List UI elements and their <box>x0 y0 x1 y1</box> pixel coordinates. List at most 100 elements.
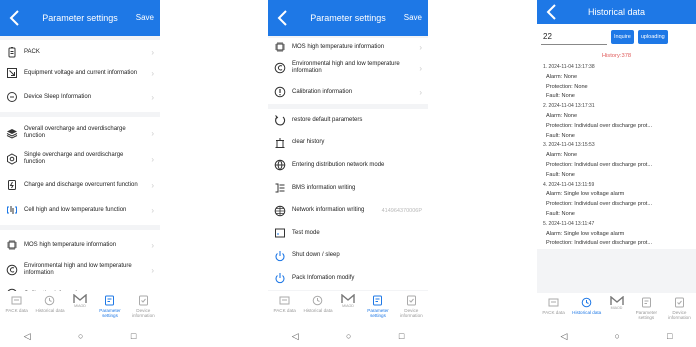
settings-row[interactable]: Environmental high and low temperature i… <box>0 257 160 283</box>
row-label: restore default parameters <box>292 116 363 123</box>
row-label: Pack Infomation modify <box>292 274 355 281</box>
bottom-tab-bar: PACK data Historical data MIAOD Parameter s… <box>268 291 428 325</box>
nav-back-icon[interactable]: ◁ <box>561 331 568 342</box>
globe-icon <box>274 159 286 172</box>
settings-row[interactable]: Equipment voltage and current informatio… <box>0 61 160 85</box>
nav-back-icon[interactable]: ◁ <box>24 331 31 342</box>
chip-icon <box>274 41 286 53</box>
row-label: Single overcharge and overdischarge func… <box>24 152 124 165</box>
settings-row[interactable]: Cell high and low temperature function › <box>0 198 160 222</box>
chevron-right-icon: › <box>419 42 422 52</box>
settings-row[interactable]: Pack Infomation modify <box>268 267 428 290</box>
record-alarm: Alarm: Single low voltage alarm <box>546 191 625 198</box>
parameter-settings-tab[interactable]: Parameter settings <box>93 291 126 325</box>
record-timestamp[interactable]: 5. 2024-11-04 13:11:47 <box>543 220 690 230</box>
settings-row[interactable]: Network information writing 414964370006P <box>268 199 428 222</box>
brand-logo: MIAOD <box>335 291 362 325</box>
back-arrow-icon[interactable] <box>8 9 22 27</box>
settings-group: MOS high temperature information › Environ… <box>268 38 428 104</box>
historical-data-screen: Historical data 22 Inquire uploading His… <box>537 0 696 347</box>
record-timestamp[interactable]: 2. 2024-11-04 13:17:31 <box>543 102 690 112</box>
nav-recent-icon[interactable]: □ <box>131 331 136 341</box>
pack-data-tab[interactable]: PACK data <box>268 291 301 325</box>
tab-label: Device information <box>131 308 155 318</box>
record-fault: Fault: None <box>546 132 575 139</box>
settings-row[interactable]: MOS high temperature information › <box>268 38 428 56</box>
uploading-button[interactable]: uploading <box>637 30 668 44</box>
hexagon-icon <box>6 153 18 165</box>
row-label: MOS high temperature information <box>24 241 117 248</box>
settings-row[interactable]: restore default parameters <box>268 109 428 132</box>
settings-row[interactable]: Entering distribution network mode <box>268 154 428 177</box>
nav-recent-icon[interactable]: □ <box>667 331 672 341</box>
inquire-button[interactable]: Inquire <box>611 30 634 44</box>
row-value: 414964370006P <box>381 207 422 214</box>
device-information-tab[interactable]: Device information <box>395 291 428 325</box>
bottom-tab-bar: PACK data Historical data MIAOD Parameter s… <box>537 293 696 325</box>
tab-label: Historical data <box>572 310 602 315</box>
tab-label: Parameter settings <box>99 308 121 318</box>
settings-row[interactable]: MOS high temperature information › <box>0 233 160 257</box>
nav-back-icon[interactable]: ◁ <box>292 331 299 342</box>
device-information-tab[interactable]: Device information <box>663 293 696 325</box>
record-fault: Fault: None <box>546 210 575 217</box>
settings-row[interactable]: Calibration information › <box>268 80 428 104</box>
settings-row[interactable]: Shut down / sleep <box>268 245 428 268</box>
system-nav-bar: ◁ ○ □ <box>0 325 160 347</box>
bms-write-icon <box>274 182 286 194</box>
tab-label: Device information <box>399 308 423 318</box>
settings-row[interactable]: Device Sleep Information › <box>0 85 160 109</box>
sleep-icon <box>6 91 18 103</box>
record-alarm: Alarm: None <box>546 112 578 119</box>
settings-row[interactable]: Environmental high and low temperature i… <box>268 56 428 80</box>
search-input[interactable]: 22 <box>541 29 607 45</box>
row-label: PACK <box>24 48 40 55</box>
pack-data-tab[interactable]: PACK data <box>537 293 570 325</box>
historical-data-tab[interactable]: Historical data <box>570 293 603 325</box>
settings-row[interactable]: Single overcharge and overdischarge func… <box>0 146 160 172</box>
nav-home-icon[interactable]: ○ <box>615 331 620 341</box>
historical-data-tab[interactable]: Historical data <box>301 291 334 325</box>
settings-row[interactable]: clear history <box>268 132 428 155</box>
pack-modify-icon <box>274 272 286 284</box>
tab-label: PACK data <box>542 310 565 315</box>
environment-icon <box>6 264 18 276</box>
trash-icon <box>274 137 286 149</box>
brand-logo: MIAOD <box>603 293 630 325</box>
settings-row[interactable]: Test mode <box>268 222 428 245</box>
back-arrow-icon[interactable] <box>276 9 290 27</box>
device-information-tab[interactable]: Device information <box>127 291 160 325</box>
nav-home-icon[interactable]: ○ <box>346 331 351 341</box>
parameter-settings-tab[interactable]: Parameter settings <box>361 291 394 325</box>
header: Parameter settings Save <box>0 0 160 36</box>
document-edit-icon <box>104 295 115 306</box>
chevron-right-icon: › <box>151 128 154 138</box>
back-arrow-icon[interactable] <box>545 3 559 21</box>
settings-group: Overall overcharge and overdischarge fun… <box>0 117 160 225</box>
tab-label: Historical data <box>303 308 333 313</box>
record-timestamp[interactable]: 1. 2024-11-04 13:17:38 <box>543 63 690 73</box>
power-icon <box>274 250 286 262</box>
layers-icon <box>6 127 18 139</box>
history-list: History:378 1. 2024-11-04 13:17:38 Alarm:… <box>537 50 696 250</box>
settings-row[interactable]: Overall overcharge and overdischarge fun… <box>0 120 160 146</box>
row-label: Calibration information <box>292 88 353 95</box>
pack-data-tab[interactable]: PACK data <box>0 291 33 325</box>
nav-home-icon[interactable]: ○ <box>78 331 83 341</box>
nav-recent-icon[interactable]: □ <box>399 331 404 341</box>
record-timestamp[interactable]: 3. 2024-11-04 13:15:53 <box>543 141 690 151</box>
settings-row[interactable]: PACK › <box>0 43 160 61</box>
tab-label: Historical data <box>35 308 65 313</box>
save-button[interactable]: Save <box>136 13 154 22</box>
settings-row[interactable]: Charge and discharge overcurrent functio… <box>0 172 160 198</box>
document-edit-icon <box>641 297 652 308</box>
chevron-right-icon: › <box>151 154 154 164</box>
row-label: Device Sleep Information <box>24 93 92 100</box>
save-button[interactable]: Save <box>404 13 422 22</box>
parameter-settings-tab[interactable]: Parameter settings <box>630 293 663 325</box>
settings-row[interactable]: BMS information writing <box>268 177 428 200</box>
record-alarm: Alarm: None <box>546 73 578 80</box>
row-label: Overall overcharge and overdischarge fun… <box>24 126 126 139</box>
record-timestamp[interactable]: 4. 2024-11-04 13:11:59 <box>543 181 690 191</box>
historical-data-tab[interactable]: Historical data <box>33 291 66 325</box>
